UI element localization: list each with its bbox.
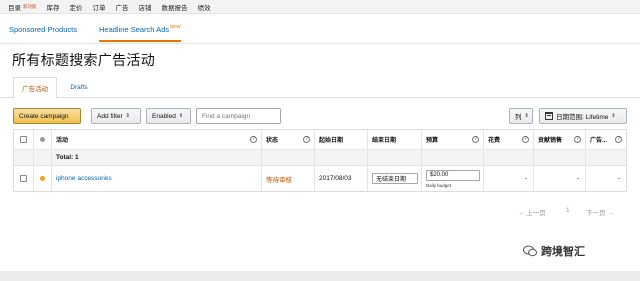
- campaign-name-cell: iphone accessories: [51, 166, 261, 191]
- column-header-budget[interactable]: 预算 ?: [421, 130, 483, 149]
- status-filter-label: Enabled: [152, 112, 176, 120]
- top-nav: 目录 新功能 库存 定价 订单 广告 店铺 数据报告 绩效: [0, 0, 640, 14]
- help-icon[interactable]: ?: [472, 136, 479, 143]
- column-header-label: 活动: [56, 138, 69, 144]
- spend-cell: -: [483, 166, 533, 191]
- column-header-label: 花费: [488, 138, 501, 144]
- total-spacer: [533, 150, 585, 165]
- row-select-cell: [14, 166, 33, 191]
- updown-icon: ⇕: [125, 113, 130, 119]
- page-title: 所有标题搜索广告活动: [12, 52, 155, 68]
- status-text: 等待审核: [266, 176, 292, 184]
- column-header-spend[interactable]: 花费 ?: [483, 130, 533, 149]
- campaign-search-input[interactable]: [196, 108, 281, 124]
- tab-headline-search-ads[interactable]: Headline Search AdsNEW: [99, 24, 181, 42]
- select-all-cell: [14, 130, 33, 149]
- budget-input[interactable]: $20.00: [426, 169, 480, 181]
- total-spacer: [314, 150, 367, 165]
- page-footer: [0, 271, 640, 281]
- column-header-status[interactable]: 状态 ?: [261, 130, 314, 149]
- status-dot-icon: [40, 137, 45, 142]
- total-spacer: [483, 150, 533, 165]
- date-range-label: 日期范围: Lifetime: [556, 114, 609, 121]
- nav-item-inventory[interactable]: 库存: [47, 2, 60, 12]
- column-header-acos[interactable]: 广告... ?: [585, 130, 626, 149]
- budget-cell: $20.00 Daily budget: [421, 166, 483, 191]
- help-icon[interactable]: ?: [615, 136, 622, 143]
- new-feature-badge: 新功能: [23, 3, 37, 9]
- total-spacer: [14, 150, 33, 165]
- end-date-cell: 无结束日期: [367, 166, 421, 191]
- prev-page-link[interactable]: ← 上一页: [518, 207, 546, 217]
- status-filter-select[interactable]: Enabled ⇕: [146, 108, 191, 124]
- acos-cell: -: [585, 166, 626, 191]
- column-header-end-date[interactable]: 结束日期: [367, 130, 421, 149]
- table-total-row: Total: 1: [14, 150, 626, 166]
- updown-icon: ⇕: [524, 113, 529, 119]
- column-header-campaign[interactable]: 活动 ?: [51, 130, 261, 149]
- start-date-cell: 2017/08/03: [314, 166, 367, 191]
- updown-icon: ⇕: [611, 113, 616, 119]
- tab-sponsored-products[interactable]: Sponsored Products: [9, 25, 77, 34]
- nav-item-performance[interactable]: 绩效: [198, 2, 211, 12]
- wechat-icon: [523, 245, 537, 257]
- help-icon[interactable]: ?: [574, 136, 581, 143]
- nav-item-label: 目录: [8, 4, 21, 12]
- column-header-label: 广告...: [590, 138, 608, 144]
- nav-item-reports[interactable]: 数据报告: [162, 2, 188, 12]
- tab-drafts[interactable]: Drafts: [62, 77, 96, 98]
- total-label: Total: 1: [51, 150, 261, 165]
- calendar-icon: [545, 112, 553, 120]
- column-header-label: 预算: [426, 138, 439, 144]
- total-spacer: [261, 150, 314, 165]
- create-campaign-button[interactable]: Create campaign: [13, 108, 81, 124]
- campaigns-table: 活动 ? 状态 ? 起始日期 结束日期 预算 ? 花费 ? 贡献销售 ? 广告.…: [13, 129, 627, 192]
- add-filter-label: Add filter: [97, 112, 123, 120]
- column-header-sales[interactable]: 贡献销售 ?: [533, 130, 585, 149]
- column-header-start-date[interactable]: 起始日期: [314, 130, 367, 149]
- column-header-label: 贡献销售: [538, 138, 563, 144]
- columns-button[interactable]: 列 ⇕: [509, 108, 533, 124]
- new-badge: NEW: [170, 24, 181, 29]
- toolbar: Create campaign Add filter⇕ Enabled⇕ 列⇕ …: [13, 108, 627, 124]
- date-range-button[interactable]: 日期范围: Lifetime ⇕: [539, 108, 627, 124]
- total-spacer: [367, 150, 421, 165]
- row-checkbox[interactable]: [20, 175, 27, 182]
- add-filter-button[interactable]: Add filter ⇕: [91, 108, 141, 124]
- next-page-link[interactable]: 下一页 →: [586, 207, 614, 217]
- total-spacer: [421, 150, 483, 165]
- campaign-tabs: 广告活动 Drafts: [0, 77, 640, 99]
- tab-campaigns[interactable]: 广告活动: [13, 77, 57, 99]
- sales-cell: -: [533, 166, 585, 191]
- nav-item-catalog[interactable]: 目录 新功能: [8, 2, 37, 12]
- watermark-text: 跨境智汇: [541, 246, 585, 258]
- columns-label: 列: [515, 114, 522, 121]
- page-number: 1: [566, 207, 570, 214]
- budget-wrap: $20.00 Daily budget: [426, 169, 480, 188]
- help-icon[interactable]: ?: [250, 136, 257, 143]
- nav-item-orders[interactable]: 订单: [93, 2, 106, 12]
- updown-icon: ⇕: [178, 113, 184, 119]
- sub-nav: Sponsored Products Headline Search AdsNE…: [0, 14, 640, 44]
- help-icon[interactable]: ?: [522, 136, 529, 143]
- nav-item-advertising[interactable]: 广告: [116, 2, 129, 12]
- column-header-label: 状态: [266, 138, 279, 144]
- campaign-link[interactable]: iphone accessories: [56, 175, 112, 182]
- table-row: iphone accessories 等待审核 2017/08/03 无结束日期…: [14, 166, 626, 191]
- help-icon[interactable]: ?: [303, 136, 310, 143]
- end-date-input[interactable]: 无结束日期: [372, 173, 418, 184]
- total-spacer: [33, 150, 51, 165]
- status-dot-icon: [40, 176, 45, 181]
- nav-item-pricing[interactable]: 定价: [70, 2, 83, 12]
- select-all-checkbox[interactable]: [20, 136, 27, 143]
- budget-type: Daily budget: [426, 182, 452, 188]
- status-dot-header: [33, 130, 51, 149]
- nav-item-stores[interactable]: 店铺: [139, 2, 152, 12]
- status-cell: 等待审核: [261, 166, 314, 191]
- total-spacer: [585, 150, 626, 165]
- table-header-row: 活动 ? 状态 ? 起始日期 结束日期 预算 ? 花费 ? 贡献销售 ? 广告.…: [14, 130, 626, 150]
- row-status-dot-cell: [33, 166, 51, 191]
- tab-label: Headline Search Ads: [99, 25, 170, 34]
- watermark: 跨境智汇: [523, 243, 585, 259]
